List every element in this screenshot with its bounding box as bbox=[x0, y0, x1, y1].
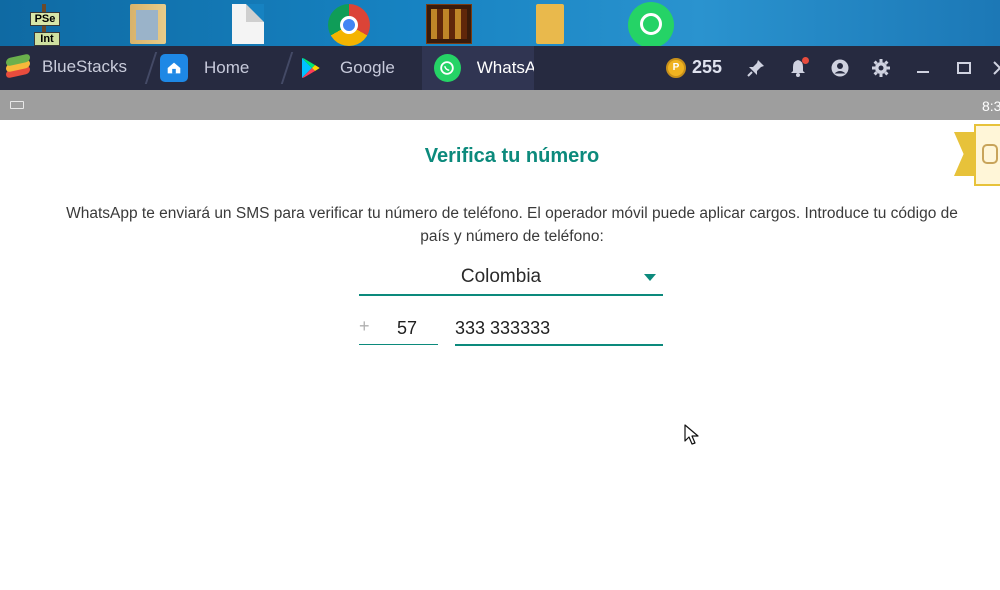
tab-google[interactable]: Google bbox=[280, 46, 421, 90]
home-icon bbox=[160, 54, 188, 82]
whatsapp-icon bbox=[434, 54, 461, 82]
file-icon[interactable] bbox=[232, 4, 264, 44]
tab-google-label: Google bbox=[340, 58, 395, 77]
desktop-strip: PSe Int bbox=[0, 0, 1000, 46]
help-card bbox=[974, 124, 1000, 186]
tab-separator bbox=[144, 52, 158, 84]
game-icon[interactable] bbox=[426, 4, 472, 44]
coin-icon: P bbox=[666, 58, 686, 78]
maximize-icon[interactable] bbox=[952, 56, 976, 80]
play-store-icon bbox=[296, 54, 324, 82]
phone-number-value: 333 333333 bbox=[455, 318, 551, 338]
whatsapp-desktop-icon[interactable] bbox=[628, 2, 674, 46]
coin-count[interactable]: 255 bbox=[692, 57, 722, 78]
country-value: Colombia bbox=[460, 266, 542, 287]
page-title: Verifica tu número bbox=[424, 145, 600, 167]
account-icon[interactable] bbox=[828, 56, 852, 80]
pse-plate-bottom: Int bbox=[34, 32, 60, 46]
description-line-1: WhatsApp te enviará un SMS para verifica… bbox=[66, 205, 958, 222]
country-code-field[interactable]: 57 bbox=[359, 314, 438, 345]
status-clock: 8:3 bbox=[982, 98, 1000, 114]
bluestacks-titlebar: BlueStacks Home Google WhatsApp P 255 bbox=[0, 46, 1000, 90]
bell-icon[interactable] bbox=[786, 56, 810, 80]
description-line-2: país y número de teléfono: bbox=[420, 228, 604, 245]
pse-icon[interactable]: PSe Int bbox=[20, 4, 66, 46]
pse-plate-top: PSe bbox=[30, 12, 60, 26]
book-icon[interactable] bbox=[130, 4, 166, 44]
pin-icon[interactable] bbox=[744, 56, 768, 80]
tab-whatsapp[interactable]: WhatsApp bbox=[422, 46, 534, 90]
mouse-cursor-icon bbox=[684, 424, 699, 445]
country-select[interactable]: Colombia bbox=[359, 262, 663, 296]
help-badge-icon[interactable] bbox=[954, 124, 1000, 186]
folder-icon[interactable] bbox=[536, 4, 564, 44]
app-name: BlueStacks bbox=[42, 57, 128, 76]
chrome-icon[interactable] bbox=[328, 4, 370, 46]
gear-icon[interactable] bbox=[869, 56, 893, 80]
keyboard-icon bbox=[10, 101, 24, 109]
plus-sign: + bbox=[359, 316, 370, 336]
dropdown-caret-icon bbox=[644, 274, 656, 281]
minimize-icon[interactable] bbox=[911, 56, 935, 80]
tab-home-label: Home bbox=[204, 58, 250, 77]
description-text: WhatsApp te enviará un SMS para verifica… bbox=[0, 202, 1000, 248]
android-status-bar: 8:3 bbox=[0, 90, 1000, 120]
close-icon[interactable] bbox=[988, 56, 1000, 80]
notification-dot bbox=[802, 57, 809, 64]
tab-whatsapp-label: WhatsApp bbox=[476, 58, 534, 77]
phone-number-field[interactable]: 333 333333 bbox=[455, 314, 663, 346]
bluestacks-logo-icon bbox=[4, 53, 34, 80]
tab-home[interactable]: Home bbox=[144, 46, 285, 90]
country-code-value: 57 bbox=[397, 318, 418, 338]
